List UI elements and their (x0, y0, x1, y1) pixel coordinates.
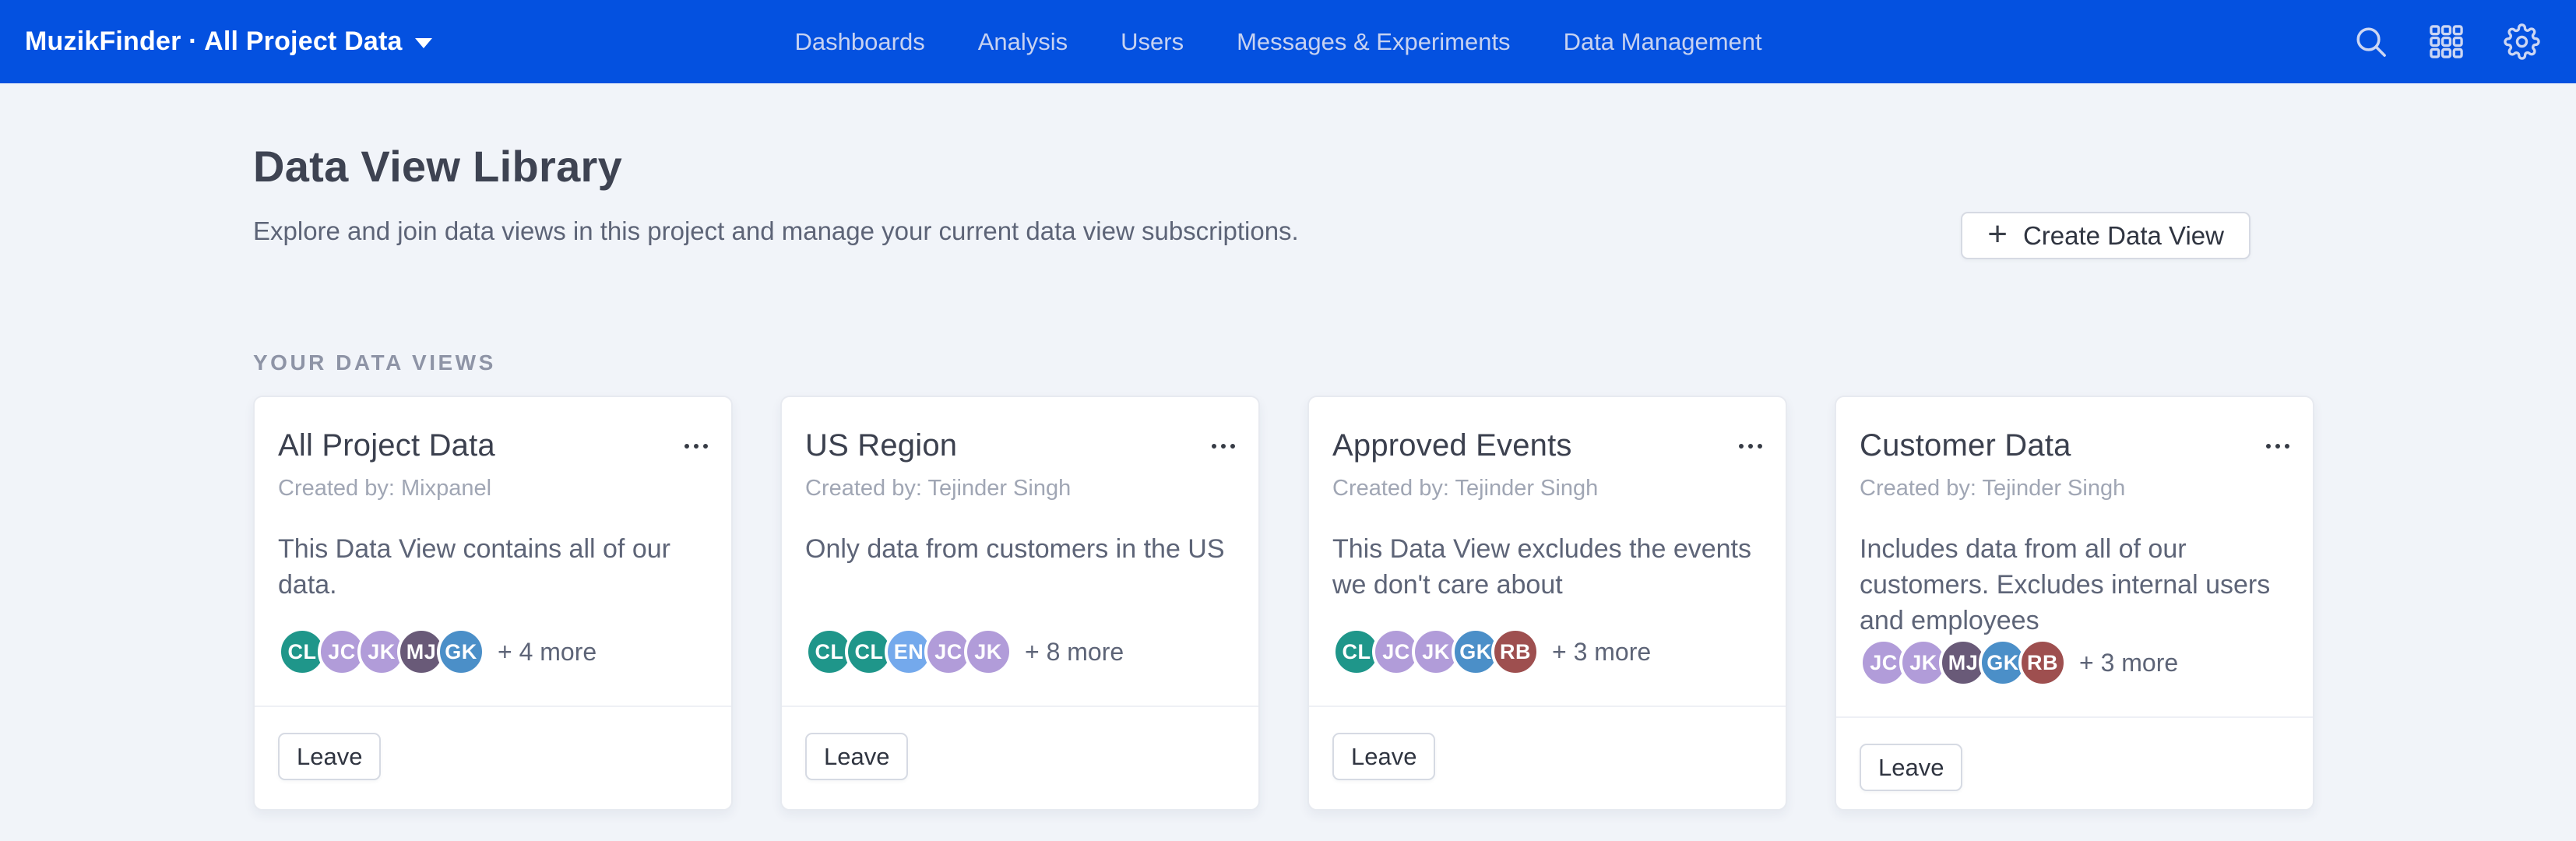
nav-item-data-management[interactable]: Data Management (1564, 28, 1762, 56)
data-view-card: All Project Data Created by: Mixpanel Th… (253, 396, 733, 811)
ellipsis-menu-icon[interactable] (684, 441, 708, 452)
card-description: This Data View contains all of our data. (278, 531, 708, 603)
ellipsis-menu-icon[interactable] (1739, 441, 1762, 452)
card-title: Customer Data (1860, 428, 2071, 463)
card-body: Approved Events Created by: Tejinder Sin… (1309, 397, 1786, 706)
chevron-down-icon (415, 38, 432, 48)
card-footer: Leave (255, 706, 731, 809)
member-avatar-row: CL CL EN JC JK + 8 more (805, 628, 1235, 676)
card-title: Approved Events (1332, 428, 1572, 463)
top-nav-bar: MuzikFinder · All Project Data Dashboard… (0, 0, 2576, 83)
avatar: RB (2018, 639, 2067, 687)
plus-icon: + (1987, 217, 2008, 252)
page-title: Data View Library (253, 140, 2315, 192)
card-body: All Project Data Created by: Mixpanel Th… (255, 397, 731, 706)
card-body: US Region Created by: Tejinder Singh Onl… (782, 397, 1258, 706)
section-label-your-data-views: YOUR DATA VIEWS (253, 350, 2315, 375)
leave-button[interactable]: Leave (1860, 744, 1962, 791)
avatar-more-count: + 3 more (1552, 638, 1651, 667)
create-data-view-button[interactable]: + Create Data View (1961, 212, 2250, 259)
card-created-by: Created by: Mixpanel (278, 476, 708, 501)
settings-gear-icon[interactable] (2504, 23, 2540, 60)
card-description: This Data View excludes the events we do… (1332, 531, 1762, 603)
card-body: Customer Data Created by: Tejinder Singh… (1836, 397, 2313, 716)
data-view-card: Customer Data Created by: Tejinder Singh… (1835, 396, 2314, 811)
member-avatar-row: JC JK MJ GK RB + 3 more (1860, 639, 2289, 687)
leave-button[interactable]: Leave (278, 733, 381, 780)
card-created-by: Created by: Tejinder Singh (805, 476, 1235, 501)
card-footer: Leave (1836, 716, 2313, 820)
nav-icon-group (2353, 23, 2540, 60)
avatar-more-count: + 3 more (2079, 649, 2178, 677)
card-title: US Region (805, 428, 957, 463)
leave-button[interactable]: Leave (805, 733, 908, 780)
create-data-view-label: Create Data View (2023, 221, 2224, 251)
nav-item-analysis[interactable]: Analysis (978, 28, 1068, 56)
card-description: Only data from customers in the US (805, 531, 1235, 567)
avatar-more-count: + 4 more (498, 638, 596, 667)
card-created-by: Created by: Tejinder Singh (1332, 476, 1762, 501)
card-created-by: Created by: Tejinder Singh (1860, 476, 2289, 501)
ellipsis-menu-icon[interactable] (2266, 441, 2289, 452)
card-footer: Leave (1309, 706, 1786, 809)
data-view-card-list: All Project Data Created by: Mixpanel Th… (253, 396, 2315, 811)
card-title: All Project Data (278, 428, 495, 463)
card-footer: Leave (782, 706, 1258, 809)
nav-item-messages-experiments[interactable]: Messages & Experiments (1237, 28, 1510, 56)
avatar-more-count: + 8 more (1025, 638, 1124, 667)
leave-button[interactable]: Leave (1332, 733, 1435, 780)
apps-grid-icon[interactable] (2428, 23, 2465, 60)
data-view-card: US Region Created by: Tejinder Singh Onl… (780, 396, 1260, 811)
member-avatar-row: CL JC JK GK RB + 3 more (1332, 628, 1762, 676)
avatar: GK (437, 628, 485, 676)
ellipsis-menu-icon[interactable] (1212, 441, 1235, 452)
project-switcher[interactable]: MuzikFinder · All Project Data (25, 26, 432, 57)
avatar: RB (1491, 628, 1540, 676)
avatar: JK (964, 628, 1012, 676)
main-content: Data View Library Explore and join data … (0, 83, 2576, 811)
project-switcher-label: MuzikFinder · All Project Data (25, 26, 403, 57)
search-icon[interactable] (2353, 23, 2389, 60)
data-view-card: Approved Events Created by: Tejinder Sin… (1307, 396, 1787, 811)
card-description: Includes data from all of our customers.… (1860, 531, 2289, 639)
nav-item-users[interactable]: Users (1121, 28, 1184, 56)
member-avatar-row: CL JC JK MJ GK + 4 more (278, 628, 708, 676)
primary-nav: Dashboards Analysis Users Messages & Exp… (795, 0, 1762, 83)
nav-item-dashboards[interactable]: Dashboards (795, 28, 925, 56)
